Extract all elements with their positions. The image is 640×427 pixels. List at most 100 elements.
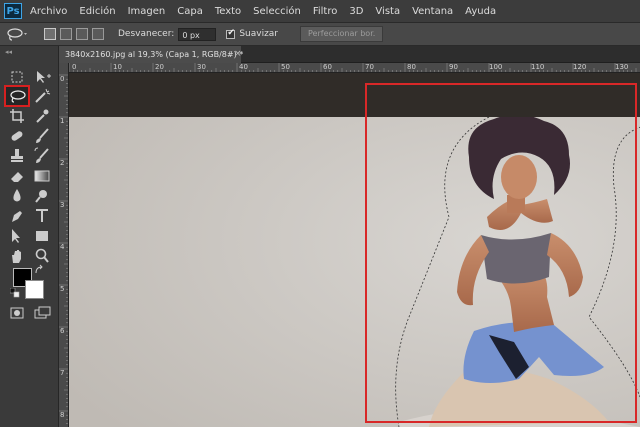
menu-bar: Ps Archivo Edición Imagen Capa Texto Sel…: [0, 0, 640, 22]
lasso-preset-icon: [7, 28, 27, 41]
quick-mask-icon: [10, 307, 24, 319]
menu-vista[interactable]: Vista: [375, 6, 400, 17]
eyedropper-tool[interactable]: [31, 107, 53, 125]
screen-mode-button[interactable]: [31, 304, 53, 322]
eyedropper-icon: [36, 109, 49, 123]
history-brush-icon: [34, 147, 49, 163]
quick-mask-button[interactable]: [6, 304, 28, 322]
ruler-top-label: 120: [573, 63, 587, 71]
spot-healing-tool[interactable]: [6, 127, 28, 145]
type-tool[interactable]: [31, 207, 53, 225]
rectangle-shape-icon: [36, 231, 48, 241]
menu-filtro[interactable]: Filtro: [313, 6, 338, 17]
ruler-left-label: 1: [60, 117, 65, 125]
document-tab-bar: 3840x2160.jpg al 19,3% (Capa 1, RGB/8#) …: [59, 46, 640, 63]
move-tool[interactable]: [31, 68, 53, 86]
ruler-top-label: 20: [155, 63, 164, 71]
menu-seleccion[interactable]: Selección: [253, 6, 301, 17]
blur-icon: [13, 189, 21, 202]
history-brush-tool[interactable]: [31, 147, 53, 165]
magic-wand-tool[interactable]: [31, 87, 53, 105]
eraser-tool[interactable]: [6, 167, 28, 185]
ruler-top-label: 30: [197, 63, 206, 71]
gradient-icon: [34, 170, 50, 182]
new-selection-button[interactable]: [44, 28, 56, 40]
menu-3d[interactable]: 3D: [349, 6, 363, 17]
subtract-from-selection-button[interactable]: [76, 28, 88, 40]
swap-arrow-icon: [35, 264, 43, 274]
clone-stamp-icon: [11, 149, 23, 162]
menu-ayuda[interactable]: Ayuda: [465, 6, 496, 17]
lasso-icon: [10, 90, 26, 103]
ruler-left-label: 5: [60, 285, 65, 293]
collapse-panel-icon[interactable]: ◂◂: [5, 48, 12, 56]
antialias-label: Suavizar: [239, 29, 279, 39]
ruler-top-label: 10: [113, 63, 122, 71]
dodge-tool[interactable]: [31, 187, 53, 205]
brush-icon: [36, 128, 49, 143]
clone-stamp-tool[interactable]: [6, 147, 28, 165]
pen-tool[interactable]: [6, 207, 28, 225]
hand-icon: [12, 250, 21, 263]
ruler-left-label: 2: [60, 159, 65, 167]
menu-ventana[interactable]: Ventana: [412, 6, 453, 17]
swap-colors-button[interactable]: [34, 264, 46, 276]
lasso-tool[interactable]: [4, 85, 30, 107]
path-selection-icon: [12, 229, 20, 243]
move-icon: [37, 71, 51, 83]
dodge-icon: [35, 190, 47, 203]
menu-imagen[interactable]: Imagen: [128, 6, 166, 17]
ruler-top-label: 0: [72, 63, 77, 71]
ruler-top-label: 100: [489, 63, 503, 71]
photoshop-logo[interactable]: Ps: [4, 3, 22, 19]
tools-panel: ◂◂: [0, 46, 59, 427]
options-bar: Desvanecer: 0 px Suavizar Perfeccionar b…: [0, 22, 640, 46]
ruler-left-label: 4: [60, 243, 65, 251]
hand-tool[interactable]: [6, 247, 28, 265]
menu-archivo[interactable]: Archivo: [30, 6, 67, 17]
default-colors-icon: [10, 288, 20, 298]
magic-wand-icon: [35, 88, 51, 103]
ruler-top-label: 130: [615, 63, 629, 71]
ruler-left-label: 7: [60, 369, 65, 377]
ruler-top-label: 70: [365, 63, 374, 71]
ruler-top-label: 50: [281, 63, 290, 71]
antialias-checkbox[interactable]: [226, 28, 236, 39]
rectangular-marquee-tool[interactable]: [6, 68, 28, 86]
rectangular-marquee-icon: [11, 71, 23, 83]
path-selection-tool[interactable]: [6, 227, 28, 245]
ruler-top-label: 40: [239, 63, 248, 71]
refine-edge-button[interactable]: Perfeccionar bor.: [300, 26, 384, 42]
feather-input[interactable]: 0 px: [178, 27, 217, 41]
highlight-frame: [365, 83, 637, 423]
menu-capa[interactable]: Capa: [177, 6, 203, 17]
ruler-top-label: 80: [407, 63, 416, 71]
close-tab-icon[interactable]: ×: [234, 46, 242, 63]
vertical-ruler[interactable]: 0 1 2 3 4 5 6 7 8: [59, 63, 69, 427]
document-tab[interactable]: 3840x2160.jpg al 19,3% (Capa 1, RGB/8#) …: [59, 46, 244, 63]
spot-healing-icon: [11, 131, 23, 141]
blur-tool[interactable]: [6, 187, 28, 205]
horizontal-ruler[interactable]: 0 10 20 30 40 50 60 70 80 90 100 110 120…: [69, 63, 640, 73]
ruler-left-label: 6: [60, 327, 65, 335]
intersect-selection-button[interactable]: [92, 28, 104, 40]
document-tab-title: 3840x2160.jpg al 19,3% (Capa 1, RGB/8#) …: [65, 50, 244, 59]
menu-texto[interactable]: Texto: [215, 6, 241, 17]
screen-mode-icon: [34, 306, 51, 319]
background-color-swatch[interactable]: [25, 280, 44, 299]
ruler-left-label: 0: [60, 75, 65, 83]
crop-tool[interactable]: [6, 107, 28, 125]
zoom-icon: [35, 248, 49, 263]
ruler-top-label: 90: [449, 63, 458, 71]
add-to-selection-button[interactable]: [60, 28, 72, 40]
gradient-tool[interactable]: [31, 167, 53, 185]
default-colors-button[interactable]: [10, 288, 20, 298]
tool-preset-picker[interactable]: [6, 26, 30, 42]
feather-label: Desvanecer:: [118, 29, 175, 39]
crop-icon: [10, 109, 24, 123]
rectangle-shape-tool[interactable]: [31, 227, 53, 245]
zoom-tool[interactable]: [31, 247, 53, 265]
brush-tool[interactable]: [31, 127, 53, 145]
type-icon: [36, 209, 48, 222]
menu-edicion[interactable]: Edición: [79, 6, 115, 17]
